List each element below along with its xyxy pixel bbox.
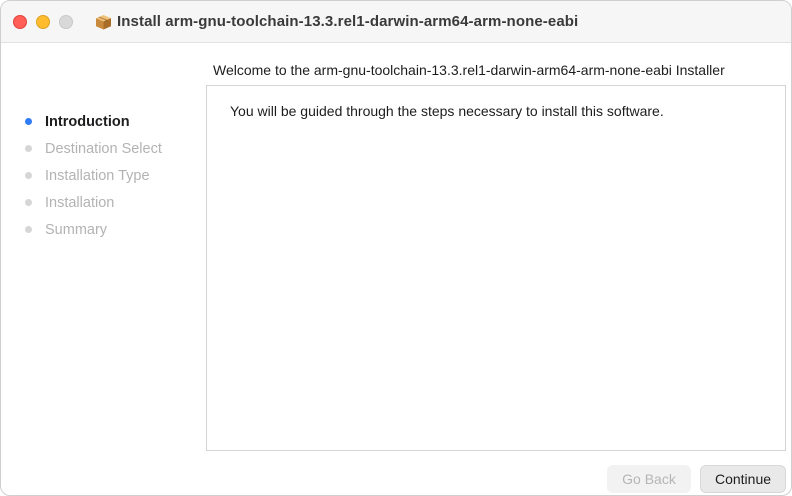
installer-window: Install arm-gnu-toolchain-13.3.rel1-darw… [0, 0, 792, 496]
step-label: Installation Type [45, 167, 150, 184]
step-installation-type: Installation Type [25, 162, 162, 189]
introduction-text: You will be guided through the steps nec… [230, 103, 664, 119]
step-destination-select: Destination Select [25, 135, 162, 162]
step-label: Destination Select [45, 140, 162, 157]
step-bullet-icon [25, 226, 32, 233]
step-label: Introduction [45, 113, 130, 130]
step-label: Summary [45, 221, 108, 238]
zoom-window-button[interactable] [59, 15, 73, 29]
step-label: Installation [45, 194, 115, 211]
content-panel: You will be guided through the steps nec… [206, 85, 786, 451]
close-window-button[interactable] [13, 15, 27, 29]
page-heading: Welcome to the arm-gnu-toolchain-13.3.re… [213, 62, 725, 78]
continue-button[interactable]: Continue [700, 465, 786, 493]
step-bullet-icon [25, 145, 32, 152]
step-bullet-icon [25, 118, 32, 125]
package-icon [96, 15, 111, 30]
installer-steps-list: Introduction Destination Select Installa… [25, 108, 162, 243]
step-bullet-icon [25, 172, 32, 179]
step-summary: Summary [25, 216, 162, 243]
step-introduction: Introduction [25, 108, 162, 135]
minimize-window-button[interactable] [36, 15, 50, 29]
go-back-button[interactable]: Go Back [607, 465, 691, 493]
window-title: Install arm-gnu-toolchain-13.3.rel1-darw… [117, 13, 579, 30]
step-installation: Installation [25, 189, 162, 216]
title-bar[interactable]: Install arm-gnu-toolchain-13.3.rel1-darw… [1, 1, 791, 43]
step-bullet-icon [25, 199, 32, 206]
